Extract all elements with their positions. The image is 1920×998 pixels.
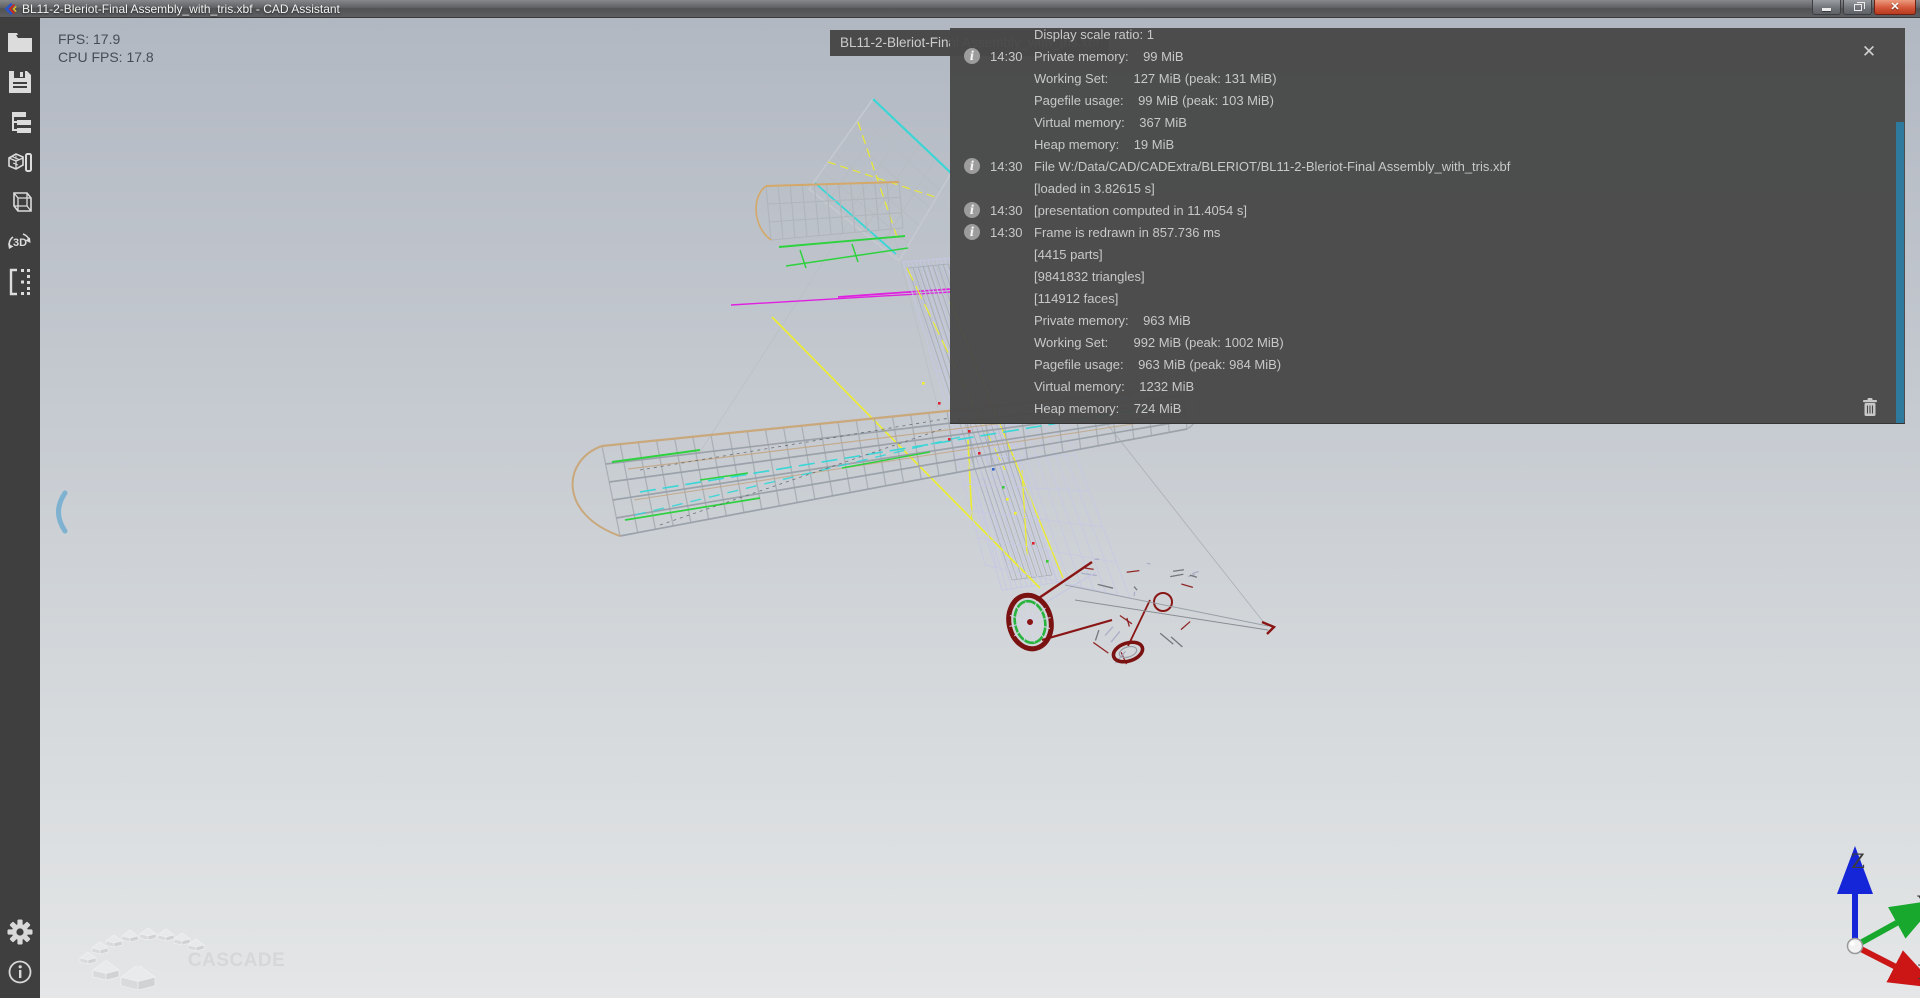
log-row: i14:30Private memory: 99 MiB bbox=[950, 45, 1891, 67]
minimize-icon bbox=[1822, 8, 1831, 11]
restore-button[interactable] bbox=[1843, 0, 1872, 15]
tree-icon bbox=[8, 111, 32, 133]
log-row: Heap memory: 724 MiB bbox=[950, 397, 1891, 419]
open-file-button[interactable] bbox=[4, 26, 36, 58]
triad-origin bbox=[1848, 939, 1863, 954]
minimize-button[interactable] bbox=[1812, 0, 1841, 15]
chevron-left-icon bbox=[48, 490, 72, 534]
save-icon bbox=[8, 70, 32, 94]
clipping-planes-button[interactable] bbox=[4, 266, 36, 298]
titlebar[interactable]: BL11-2-Bleriot-Final Assembly_with_tris.… bbox=[0, 0, 1920, 18]
info-badge-icon: i bbox=[964, 202, 980, 218]
info-icon bbox=[7, 959, 33, 985]
save-button[interactable] bbox=[4, 66, 36, 98]
log-row: i14:30[presentation computed in 11.4054 … bbox=[950, 199, 1891, 221]
log-scrollbar[interactable] bbox=[1896, 122, 1904, 423]
watermark-open: OPEN bbox=[132, 950, 188, 971]
cad-assistant-window: BL11-2-Bleriot-Final Assembly_with_tris.… bbox=[0, 0, 1920, 998]
rotate-3d-button[interactable]: 3D bbox=[4, 226, 36, 258]
svg-text:OPENCASCADE: OPENCASCADE bbox=[132, 950, 285, 971]
rotate-3d-icon: 3D bbox=[6, 229, 34, 255]
info-badge-icon: i bbox=[964, 224, 980, 240]
viewport-3d[interactable]: FPS: 17.9 CPU FPS: 17.8 BL11-2-Bleriot-F… bbox=[40, 18, 1920, 998]
watermark-cascade: CASCADE bbox=[188, 950, 285, 971]
log-row: [114912 faces] bbox=[950, 287, 1891, 309]
document-tree-button[interactable] bbox=[4, 106, 36, 138]
log-row: Pagefile usage: 963 MiB (peak: 984 MiB) bbox=[950, 353, 1891, 375]
y-axis-label: Y bbox=[1916, 891, 1920, 915]
message-log-panel: Display scale ratio: 1i14:30Private memo… bbox=[950, 28, 1905, 424]
log-row: i14:30File W:/Data/CAD/CADExtra/BLERIOT/… bbox=[950, 155, 1891, 177]
log-close-button[interactable]: ✕ bbox=[1859, 42, 1879, 62]
log-row: Pagefile usage: 99 MiB (peak: 103 MiB) bbox=[950, 89, 1891, 111]
sidebar-toolbar: 3D bbox=[0, 18, 40, 998]
clear-log-button[interactable] bbox=[1861, 397, 1879, 417]
fps-value: FPS: 17.9 bbox=[58, 30, 154, 48]
gear-icon bbox=[5, 917, 35, 947]
log-row: Virtual memory: 1232 MiB bbox=[950, 375, 1891, 397]
log-row: Working Set: 127 MiB (peak: 131 MiB) bbox=[950, 67, 1891, 89]
log-row: Private memory: 963 MiB bbox=[950, 309, 1891, 331]
app-logo-icon bbox=[3, 2, 17, 16]
opencascade-watermark: OPENCASCADE bbox=[72, 918, 302, 990]
fps-counter: FPS: 17.9 CPU FPS: 17.8 bbox=[58, 30, 154, 66]
svg-text:3D: 3D bbox=[13, 237, 27, 249]
cube-panel-icon bbox=[7, 150, 33, 174]
folder-icon bbox=[7, 31, 33, 53]
log-row: Display scale ratio: 1 bbox=[950, 28, 1891, 45]
close-icon: ✕ bbox=[1890, 2, 1899, 13]
wireframe-view-button[interactable] bbox=[4, 186, 36, 218]
log-row: Virtual memory: 367 MiB bbox=[950, 111, 1891, 133]
log-row: i14:30Frame is redrawn in 857.736 ms bbox=[950, 221, 1891, 243]
log-row: Working Set: 992 MiB (peak: 1002 MiB) bbox=[950, 331, 1891, 353]
info-badge-icon: i bbox=[964, 48, 980, 64]
settings-button[interactable] bbox=[4, 916, 36, 948]
about-button[interactable] bbox=[4, 956, 36, 988]
info-badge-icon: i bbox=[964, 158, 980, 174]
log-row: [9841832 triangles] bbox=[950, 265, 1891, 287]
z-axis-label: Z bbox=[1851, 849, 1865, 873]
cpu-fps-value: CPU FPS: 17.8 bbox=[58, 48, 154, 66]
log-row: [4415 parts] bbox=[950, 243, 1891, 265]
expand-panel-chevron[interactable] bbox=[48, 490, 72, 534]
axis-triad: Z Y X bbox=[1778, 836, 1920, 998]
clipping-icon bbox=[7, 268, 33, 296]
restore-icon bbox=[1854, 4, 1862, 11]
window-title: BL11-2-Bleriot-Final Assembly_with_tris.… bbox=[22, 2, 340, 16]
log-row: [loaded in 3.82615 s] bbox=[950, 177, 1891, 199]
wireframe-cube-icon bbox=[7, 189, 33, 215]
display-mode-button[interactable] bbox=[4, 146, 36, 178]
close-button[interactable]: ✕ bbox=[1874, 0, 1916, 15]
log-row: Heap memory: 19 MiB bbox=[950, 133, 1891, 155]
log-messages: Display scale ratio: 1i14:30Private memo… bbox=[950, 28, 1891, 419]
trash-icon bbox=[1861, 397, 1879, 417]
